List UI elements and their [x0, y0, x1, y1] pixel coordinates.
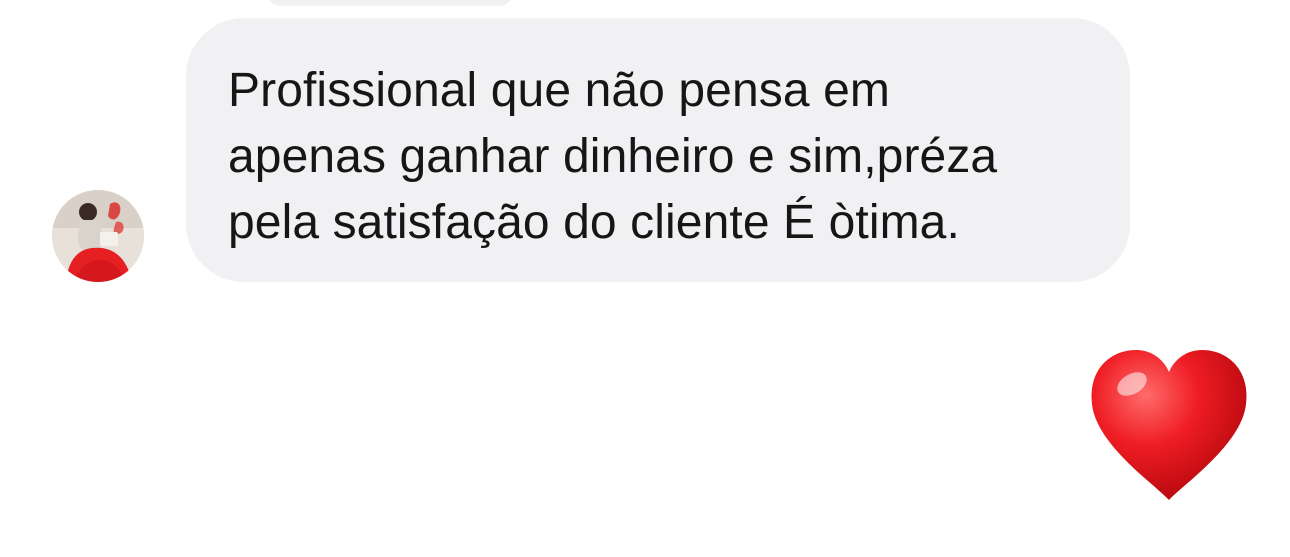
previous-message-bubble — [265, 0, 515, 6]
heart-reaction[interactable] — [1084, 348, 1254, 508]
avatar-photo — [52, 190, 144, 282]
message-bubble[interactable]: Profissional que não pensa em apenas gan… — [186, 18, 1130, 282]
heart-icon — [1091, 350, 1247, 500]
message-text-line-3: pela satisfação do cliente É òtima. — [228, 196, 960, 249]
message-text-line-2: apenas ganhar dinheiro e sim,préza — [228, 130, 998, 183]
message-text-line-1: Profissional que não pensa em — [228, 64, 890, 117]
sender-avatar[interactable] — [52, 190, 144, 282]
